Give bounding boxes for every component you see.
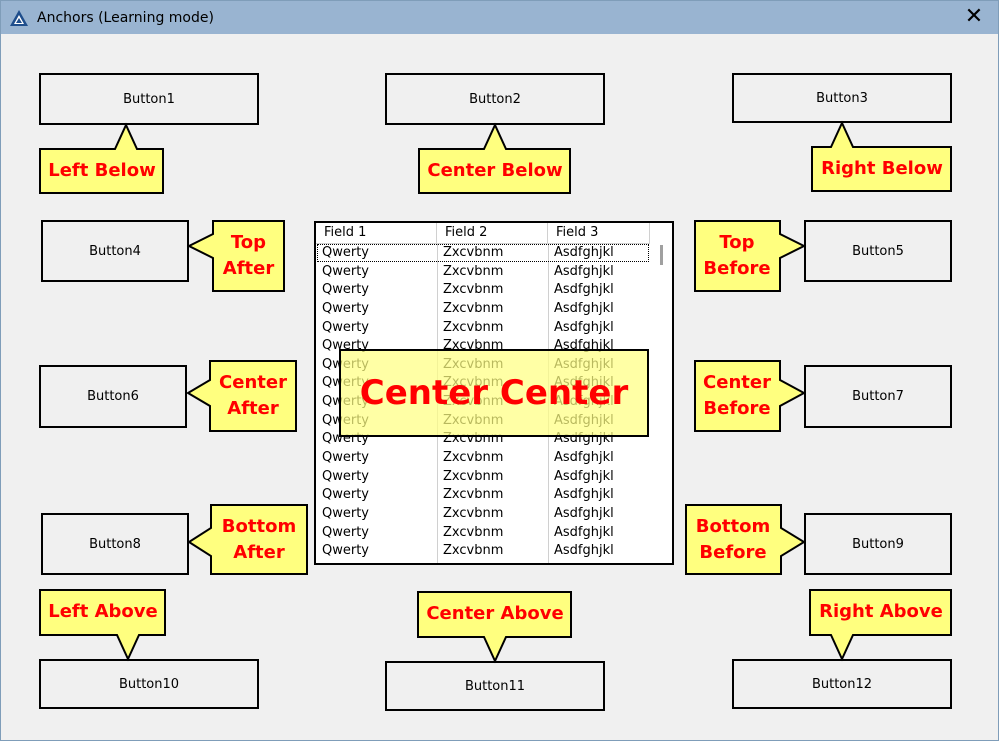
callout-bottom-after: Bottom After (187, 504, 309, 576)
button-5[interactable]: Button5 (804, 220, 952, 282)
table-cell: Zxcvbnm (443, 543, 504, 559)
table-row[interactable]: Qwerty Zxcvbnm Asdfghjkl (316, 542, 650, 561)
table-cell: Zxcvbnm (443, 282, 504, 298)
button-12[interactable]: Button12 (732, 659, 952, 709)
table-cell: Asdfghjkl (554, 263, 614, 279)
callout-left-below-text: Left Below (48, 160, 156, 181)
vertical-scrollbar[interactable] (650, 223, 672, 563)
table-cell: Zxcvbnm (443, 263, 504, 279)
table-row[interactable]: Qwerty Zxcvbnm Asdfghjkl (316, 263, 650, 282)
column-header-field-1[interactable]: Field 1 (316, 223, 437, 243)
table-row[interactable]: Qwerty Zxcvbnm Asdfghjkl (316, 505, 650, 524)
table-row[interactable]: Qwerty Zxcvbnm Asdfghjkl (316, 524, 650, 543)
button-7[interactable]: Button7 (804, 365, 952, 428)
table-cell: Qwerty (322, 468, 369, 484)
title-bar[interactable]: Anchors (Learning mode) ✕ (1, 1, 998, 34)
table-cell: Zxcvbnm (443, 450, 504, 466)
callout-bottom-before-text: Bottom Before (695, 515, 771, 563)
callout-center-above-text: Center Above (426, 603, 564, 624)
window-title: Anchors (Learning mode) (37, 10, 214, 26)
table-cell: Zxcvbnm (443, 319, 504, 335)
button-10[interactable]: Button10 (39, 659, 259, 709)
column-header-field-2[interactable]: Field 2 (437, 223, 548, 243)
callout-center-center: Center Center (339, 349, 649, 437)
button-8[interactable]: Button8 (41, 513, 189, 575)
callout-center-before: Center Before (694, 360, 807, 433)
button-4[interactable]: Button4 (41, 220, 189, 282)
app-window: Anchors (Learning mode) ✕ Button1 Button… (0, 0, 999, 741)
callout-center-after: Center After (186, 360, 298, 433)
table-row[interactable]: Qwerty Zxcvbnm Asdfghjkl (316, 486, 650, 505)
table-cell: Asdfghjkl (554, 319, 614, 335)
callout-right-below: Right Below (811, 120, 953, 193)
button-1[interactable]: Button1 (39, 73, 259, 125)
callout-right-above: Right Above (809, 589, 953, 662)
table-cell: Qwerty (322, 505, 369, 521)
table-cell: Asdfghjkl (554, 468, 614, 484)
callout-center-after-text: Center After (219, 372, 287, 419)
button-9[interactable]: Button9 (804, 513, 952, 575)
table-cell: Zxcvbnm (443, 468, 504, 484)
table-cell: Asdfghjkl (554, 487, 614, 503)
button-6[interactable]: Button6 (39, 365, 187, 428)
table-cell: Asdfghjkl (554, 505, 614, 521)
focus-rectangle (317, 244, 649, 262)
callout-center-before-text: Center Before (703, 372, 771, 419)
table-row[interactable]: Qwerty Zxcvbnm Asdfghjkl (316, 281, 650, 300)
callout-bottom-after-text: Bottom After (221, 515, 297, 563)
table-cell: Qwerty (322, 263, 369, 279)
callout-center-below-text: Center Below (427, 160, 563, 181)
table-cell: Asdfghjkl (554, 524, 614, 540)
callout-right-above-text: Right Above (819, 601, 943, 622)
table-row[interactable]: Qwerty Zxcvbnm Asdfghjkl (316, 319, 650, 338)
callout-left-below: Left Below (39, 122, 165, 195)
table-cell: Zxcvbnm (443, 300, 504, 316)
callout-left-above-text: Left Above (48, 601, 158, 622)
table-cell: Qwerty (322, 282, 369, 298)
table-cell: Asdfghjkl (554, 300, 614, 316)
callout-bottom-before: Bottom Before (685, 504, 806, 576)
column-header-field-3[interactable]: Field 3 (548, 223, 650, 243)
table-cell: Zxcvbnm (443, 505, 504, 521)
callout-top-before-text: Top Before (703, 232, 771, 279)
callout-center-below: Center Below (418, 122, 572, 195)
table-row[interactable]: Qwerty Zxcvbnm Asdfghjkl (316, 468, 650, 487)
callout-left-above: Left Above (39, 589, 167, 662)
table-cell: Qwerty (322, 524, 369, 540)
table-cell: Qwerty (322, 543, 369, 559)
table-cell: Asdfghjkl (554, 450, 614, 466)
table-cell: Zxcvbnm (443, 524, 504, 540)
table-cell: Qwerty (322, 487, 369, 503)
table-cell: Asdfghjkl (554, 543, 614, 559)
callout-top-after-text: Top After (222, 232, 275, 279)
scrollbar-thumb[interactable] (660, 245, 663, 265)
table-cell: Qwerty (322, 300, 369, 316)
grid-header: Field 1 Field 2 Field 3 (316, 223, 650, 244)
close-icon[interactable]: ✕ (960, 3, 988, 31)
table-row[interactable]: Qwerty Zxcvbnm Asdfghjkl (316, 300, 650, 319)
table-cell: Qwerty (322, 450, 369, 466)
button-11[interactable]: Button11 (385, 661, 605, 711)
table-row[interactable]: Qwerty Zxcvbnm Asdfghjkl (316, 449, 650, 468)
button-3[interactable]: Button3 (732, 73, 952, 123)
callout-top-after: Top After (186, 220, 287, 293)
callout-center-above: Center Above (417, 591, 573, 664)
table-cell: Asdfghjkl (554, 282, 614, 298)
app-logo-icon (10, 10, 28, 26)
button-2[interactable]: Button2 (385, 73, 605, 125)
table-cell: Zxcvbnm (443, 487, 504, 503)
callout-top-before: Top Before (694, 220, 807, 293)
callout-right-below-text: Right Below (821, 158, 943, 179)
table-cell: Qwerty (322, 319, 369, 335)
